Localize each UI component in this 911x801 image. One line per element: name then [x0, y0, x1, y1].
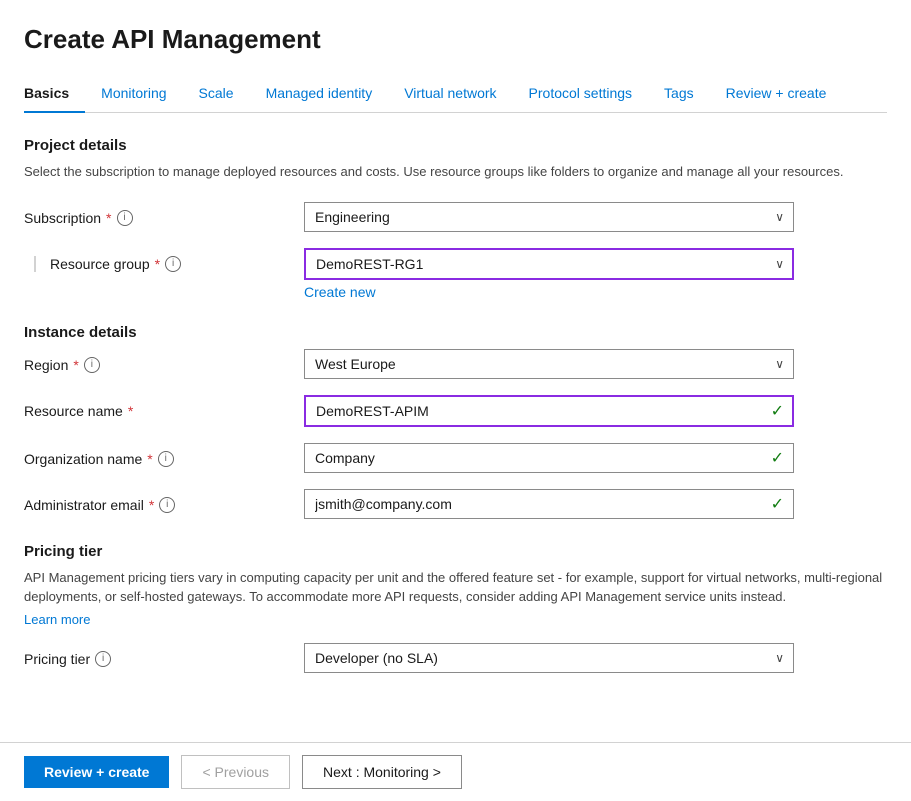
footer: Review + create < Previous Next : Monito…	[0, 742, 911, 801]
project-details-description: Select the subscription to manage deploy…	[24, 162, 887, 182]
admin-email-info-icon[interactable]: i	[159, 497, 175, 513]
region-dropdown[interactable]: West Europe	[304, 349, 794, 379]
organization-name-row: Organization name * i ✓	[24, 443, 887, 473]
instance-details-header: Instance details	[24, 324, 887, 341]
subscription-info-icon[interactable]: i	[117, 210, 133, 226]
region-row: Region * i West Europe	[24, 349, 887, 379]
pricing-tier-label: Pricing tier i	[24, 651, 304, 667]
resource-group-required: *	[155, 256, 160, 272]
resource-group-info-icon[interactable]: i	[165, 256, 181, 272]
pricing-tier-description: API Management pricing tiers vary in com…	[24, 568, 887, 607]
resource-name-row: Resource name * ✓	[24, 395, 887, 427]
organization-name-required: *	[147, 451, 152, 467]
admin-email-row: Administrator email * i ✓	[24, 489, 887, 519]
subscription-label: Subscription * i	[24, 210, 304, 226]
admin-email-input-wrapper: ✓	[304, 489, 794, 519]
region-dropdown-wrapper: West Europe	[304, 349, 794, 379]
instance-details-section: Instance details Region * i West Europe	[24, 324, 887, 519]
subscription-row: Subscription * i Engineering	[24, 202, 887, 232]
tab-virtual-network[interactable]: Virtual network	[388, 75, 512, 113]
resource-name-input[interactable]	[304, 395, 794, 427]
admin-email-valid-icon: ✓	[771, 494, 784, 514]
admin-email-required: *	[149, 497, 154, 513]
organization-name-input[interactable]	[304, 443, 794, 473]
subscription-dropdown-wrapper: Engineering	[304, 202, 794, 232]
previous-button[interactable]: < Previous	[181, 755, 290, 789]
resource-name-input-wrapper: ✓	[304, 395, 794, 427]
tab-review-create[interactable]: Review + create	[710, 75, 843, 113]
organization-name-valid-icon: ✓	[771, 448, 784, 468]
tab-basics[interactable]: Basics	[24, 75, 85, 113]
pricing-tier-dropdown[interactable]: Developer (no SLA)BasicStandardPremium	[304, 643, 794, 673]
resource-group-row: Resource group * i DemoREST-RG1 Create n…	[24, 248, 887, 300]
pricing-tier-dropdown-wrapper: Developer (no SLA)BasicStandardPremium	[304, 643, 794, 673]
region-label: Region * i	[24, 357, 304, 373]
pricing-tier-row: Pricing tier i Developer (no SLA)BasicSt…	[24, 643, 887, 673]
tab-monitoring[interactable]: Monitoring	[85, 75, 182, 113]
admin-email-input[interactable]	[304, 489, 794, 519]
resource-name-valid-icon: ✓	[771, 401, 784, 421]
tab-tags[interactable]: Tags	[648, 75, 710, 113]
pricing-tier-info-icon[interactable]: i	[95, 651, 111, 667]
project-details-header: Project details	[24, 137, 887, 154]
tab-scale[interactable]: Scale	[183, 75, 250, 113]
create-new-resource-group-link[interactable]: Create new	[304, 284, 887, 300]
resource-group-label: Resource group * i	[50, 256, 304, 272]
region-required: *	[73, 357, 78, 373]
learn-more-link[interactable]: Learn more	[24, 612, 90, 627]
organization-name-input-wrapper: ✓	[304, 443, 794, 473]
subscription-dropdown[interactable]: Engineering	[304, 202, 794, 232]
resource-name-label: Resource name *	[24, 403, 304, 419]
subscription-required: *	[106, 210, 111, 226]
tab-navigation: Basics Monitoring Scale Managed identity…	[24, 75, 887, 113]
pricing-tier-section: Pricing tier API Management pricing tier…	[24, 543, 887, 673]
organization-name-label: Organization name * i	[24, 451, 304, 467]
tab-protocol-settings[interactable]: Protocol settings	[513, 75, 649, 113]
next-button[interactable]: Next : Monitoring >	[302, 755, 462, 789]
project-details-section: Project details Select the subscription …	[24, 137, 887, 300]
review-create-button[interactable]: Review + create	[24, 756, 169, 788]
organization-name-info-icon[interactable]: i	[158, 451, 174, 467]
tab-managed-identity[interactable]: Managed identity	[250, 75, 389, 113]
region-info-icon[interactable]: i	[84, 357, 100, 373]
page-title: Create API Management	[24, 24, 887, 55]
resource-group-dropdown-wrapper: DemoREST-RG1	[304, 248, 794, 280]
resource-name-required: *	[128, 403, 133, 419]
admin-email-label: Administrator email * i	[24, 497, 304, 513]
resource-group-dropdown[interactable]: DemoREST-RG1	[304, 248, 794, 280]
pricing-tier-header: Pricing tier	[24, 543, 887, 560]
